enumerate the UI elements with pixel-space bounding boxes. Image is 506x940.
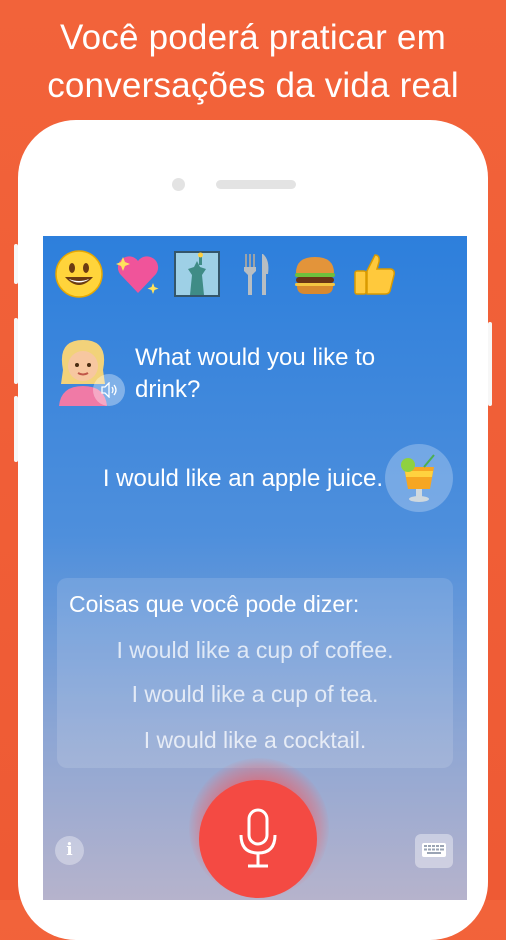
front-camera bbox=[172, 178, 185, 191]
fork-and-knife-icon[interactable] bbox=[230, 248, 282, 300]
question-text: What would you like to drink? bbox=[135, 344, 376, 403]
earpiece-speaker bbox=[216, 180, 296, 189]
topic-emoji-bar bbox=[53, 248, 400, 300]
statue-of-liberty-icon[interactable] bbox=[171, 248, 223, 300]
sparkling-heart-icon[interactable] bbox=[112, 248, 164, 300]
app-screen: What would you like to drink? I would li… bbox=[43, 236, 467, 900]
thumbs-up-icon[interactable] bbox=[348, 248, 400, 300]
suggestion-item[interactable]: I would like a cocktail. bbox=[57, 724, 453, 756]
headline-line-1: Você poderá praticar em bbox=[60, 18, 446, 57]
suggestions-title: Coisas que você pode dizer: bbox=[69, 591, 360, 617]
phone-side-button bbox=[14, 318, 18, 384]
headline-line-2: conversações da vida real bbox=[47, 66, 459, 105]
tropical-drink-icon bbox=[385, 444, 453, 512]
headline: Você poderá praticar em conversações da … bbox=[0, 14, 506, 110]
phone-side-button bbox=[488, 322, 492, 406]
phone-side-button bbox=[14, 396, 18, 462]
info-button[interactable]: i bbox=[55, 836, 84, 865]
smiley-icon[interactable] bbox=[53, 248, 105, 300]
microphone-button[interactable] bbox=[199, 780, 317, 898]
microphone-icon bbox=[239, 808, 277, 868]
keyboard-icon bbox=[422, 843, 446, 857]
suggestion-item[interactable]: I would like a cup of tea. bbox=[57, 678, 453, 710]
phone-side-button bbox=[14, 244, 18, 284]
speaker-icon[interactable] bbox=[93, 374, 125, 406]
hamburger-icon[interactable] bbox=[289, 248, 341, 300]
suggestions-panel: Coisas que você pode dizer: I would like… bbox=[57, 578, 453, 768]
suggestion-item[interactable]: I would like a cup of coffee. bbox=[57, 634, 453, 666]
keyboard-button[interactable] bbox=[415, 834, 453, 868]
answer-text: I would like an apple juice. bbox=[102, 465, 383, 492]
